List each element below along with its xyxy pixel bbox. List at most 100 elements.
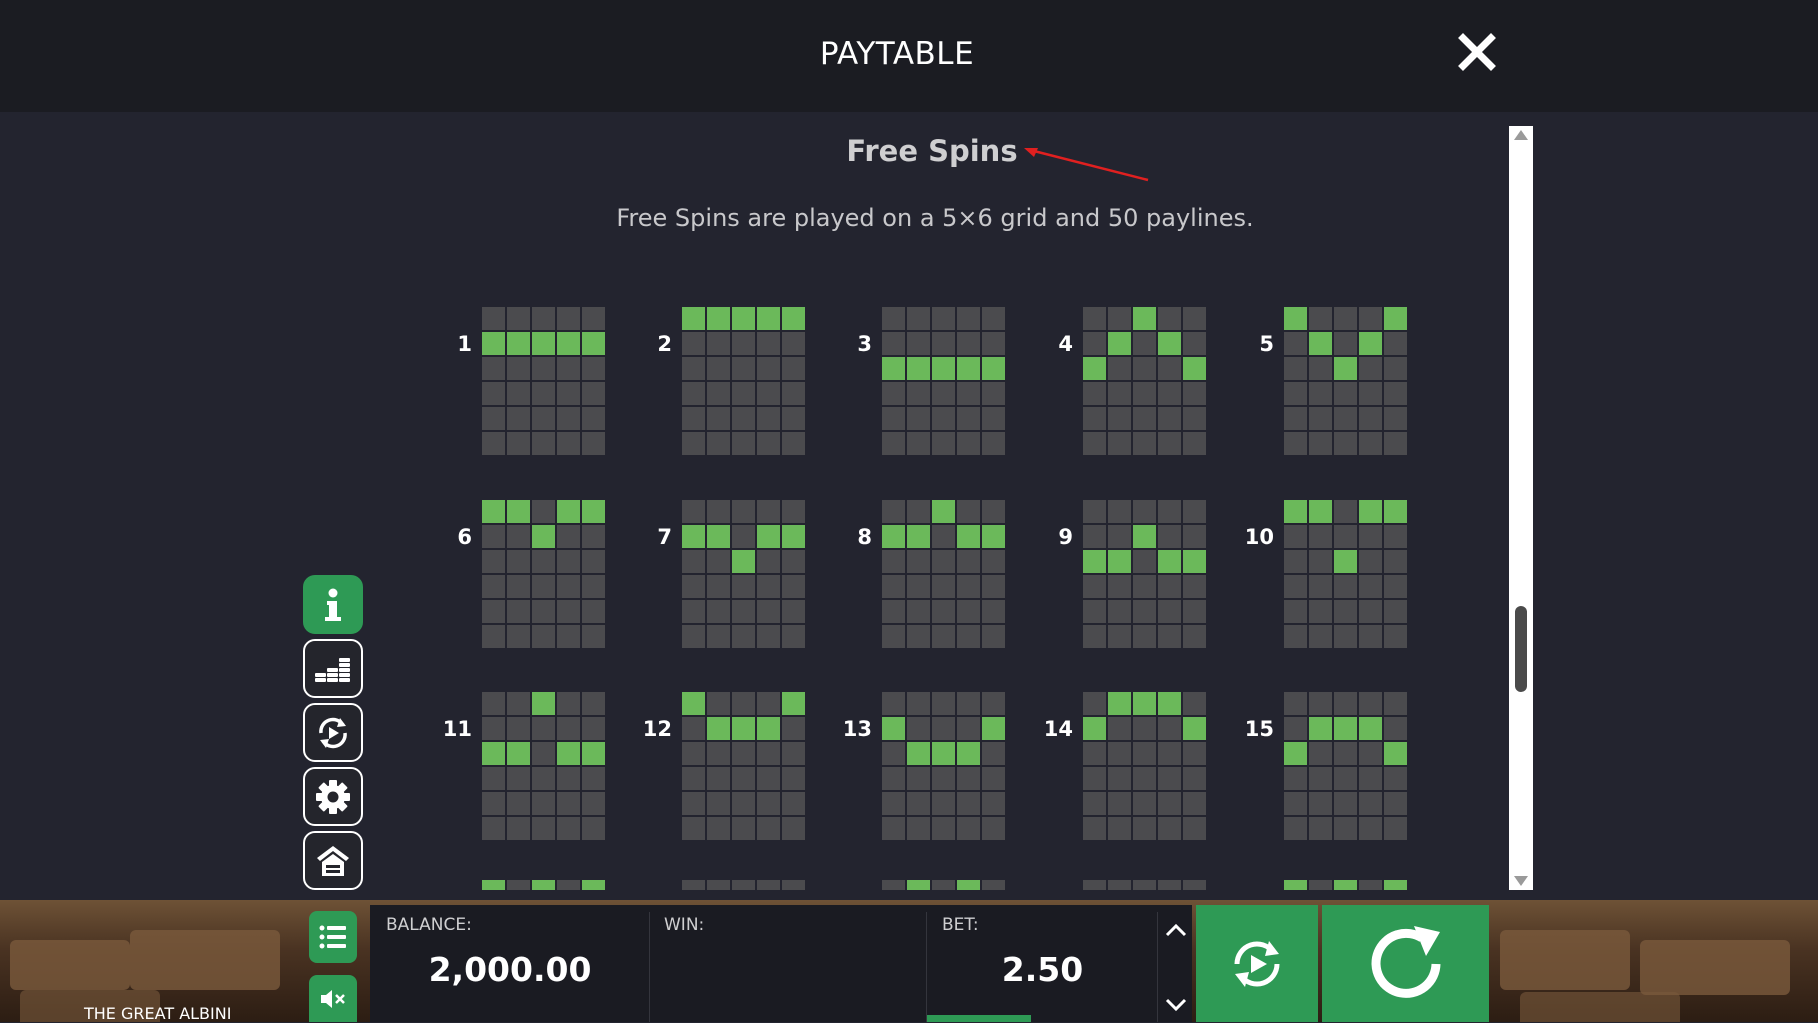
payline-cell [932, 792, 955, 815]
payline-cell [1309, 767, 1332, 790]
payline-cell [732, 357, 755, 380]
payline-cell [1108, 767, 1131, 790]
coins-icon [315, 657, 350, 682]
payline-cell [1133, 407, 1156, 430]
payline-cell-active [1133, 307, 1156, 330]
info-button[interactable] [303, 575, 363, 634]
home-button[interactable] [303, 831, 363, 890]
payline-cell [507, 407, 530, 430]
autoplay-button[interactable] [303, 703, 363, 762]
payline-cell [1133, 717, 1156, 740]
payline-cell-active [932, 742, 955, 765]
payline-cell [982, 792, 1005, 815]
payline-cell [557, 692, 580, 715]
scroll-up-arrow-icon[interactable] [1514, 130, 1528, 140]
bet-label: BET: [942, 915, 979, 935]
payline-cell [682, 880, 705, 890]
payline-grid [882, 500, 1005, 648]
payline-cell-active [1133, 692, 1156, 715]
payline-cell [1284, 432, 1307, 455]
payline-cell [1334, 407, 1357, 430]
payline-cell [957, 817, 980, 840]
payline-number: 14 [1043, 717, 1073, 741]
payline-cell [957, 382, 980, 405]
payline-grid [482, 307, 605, 455]
payline-cell [982, 692, 1005, 715]
payline-cell [1083, 432, 1106, 455]
payline-cell [1284, 692, 1307, 715]
payline-cell [757, 880, 780, 890]
payline-cell-active [582, 500, 605, 523]
payline-cell [907, 550, 930, 573]
payline-cell [482, 600, 505, 623]
payline-cell-active [1384, 500, 1407, 523]
payline-cell [1158, 817, 1181, 840]
payline-cell [1359, 432, 1382, 455]
payline-cell-active [957, 357, 980, 380]
autoplay-icon [319, 717, 347, 748]
payline-cell [957, 500, 980, 523]
payline-cell [932, 717, 955, 740]
payline-cell [707, 575, 730, 598]
payline-cell [882, 792, 905, 815]
close-button[interactable] [1455, 30, 1499, 74]
payline-cell-active [1284, 742, 1307, 765]
payline-cell [582, 792, 605, 815]
payline-number: 8 [857, 525, 872, 549]
payline-cell [582, 625, 605, 648]
payline-cell [882, 600, 905, 623]
scroll-down-arrow-icon[interactable] [1514, 876, 1528, 886]
payline-cell [507, 432, 530, 455]
payline-cell [757, 600, 780, 623]
payline-cell [507, 767, 530, 790]
payline-cell [782, 332, 805, 355]
payline-cell [507, 600, 530, 623]
payline-cell [957, 600, 980, 623]
payline-cell-active [557, 742, 580, 765]
payline-cell [482, 792, 505, 815]
payline-grid [482, 500, 605, 648]
paytable-coins-button[interactable] [303, 639, 363, 698]
payline-cell [957, 550, 980, 573]
payline-cell [1133, 550, 1156, 573]
payline-cell-active [1083, 717, 1106, 740]
spin-button[interactable] [1322, 905, 1489, 1022]
payline-cell [982, 742, 1005, 765]
autoplay-spin-button[interactable] [1196, 905, 1318, 1022]
scrollbar-thumb[interactable] [1515, 606, 1527, 692]
payline-cell-active [482, 742, 505, 765]
payline-cell [1284, 382, 1307, 405]
sound-button[interactable] [309, 975, 357, 1022]
payline-cell [1083, 880, 1106, 890]
payline-cell [957, 407, 980, 430]
payline-cell [1158, 357, 1181, 380]
bet-decrease-button[interactable] [1163, 995, 1189, 1015]
menu-button[interactable] [309, 911, 357, 963]
payline-cell [582, 717, 605, 740]
payline-number: 3 [857, 332, 872, 356]
payline-cell [1133, 500, 1156, 523]
balance-label: BALANCE: [386, 915, 472, 935]
payline-cell [1284, 717, 1307, 740]
payline-cell [707, 432, 730, 455]
payline-cell-active [757, 717, 780, 740]
payline-cell [557, 767, 580, 790]
payline-cell-active [882, 357, 905, 380]
payline-cell [1359, 407, 1382, 430]
payline-cell-active [1384, 742, 1407, 765]
payline-cell [532, 625, 555, 648]
payline-cell [707, 625, 730, 648]
payline-cell [1083, 500, 1106, 523]
payline-cell [957, 332, 980, 355]
payline-cell [1334, 575, 1357, 598]
payline-cell [932, 817, 955, 840]
payline-cell [482, 307, 505, 330]
scrollbar[interactable] [1509, 126, 1533, 890]
payline-cell [582, 432, 605, 455]
payline-cell-active [1158, 332, 1181, 355]
settings-button[interactable] [303, 767, 363, 826]
payline-cell [1309, 407, 1332, 430]
payline-cell [782, 880, 805, 890]
bet-increase-button[interactable] [1163, 920, 1189, 940]
payline-cell [957, 625, 980, 648]
